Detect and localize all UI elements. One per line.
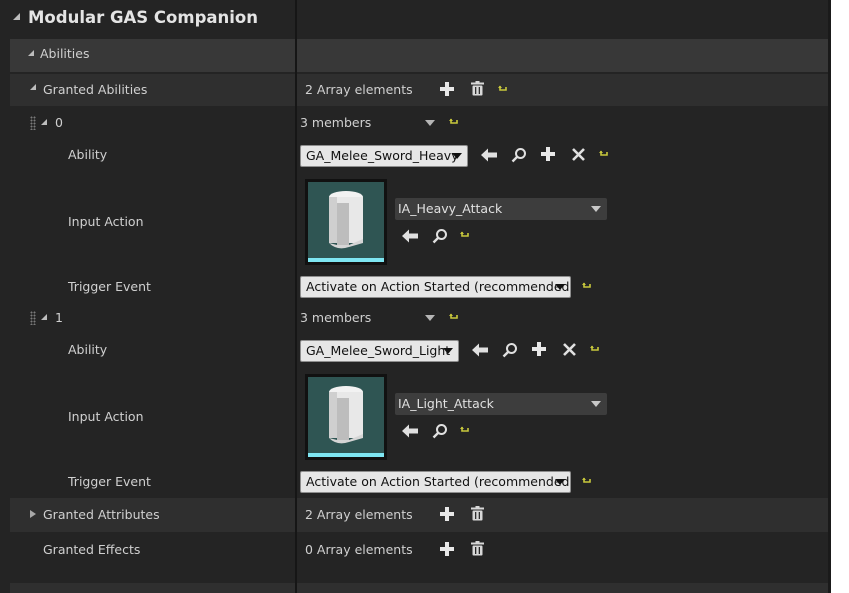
chevron-down-icon bbox=[452, 153, 462, 159]
browse-magnifier-icon[interactable] bbox=[432, 423, 448, 439]
input-action-asset-icon bbox=[329, 386, 363, 444]
thumbnail-type-bar bbox=[308, 258, 384, 262]
granted-effects-label: Granted Effects bbox=[43, 542, 141, 557]
input-action-combo[interactable]: IA_Heavy_Attack bbox=[395, 198, 607, 220]
trigger-event-value: Activate on Action Started (recommended) bbox=[306, 474, 571, 489]
element-members: 3 members bbox=[300, 310, 372, 325]
ability-label: Ability bbox=[68, 147, 108, 162]
granted-attributes-expand-icon[interactable] bbox=[30, 510, 36, 518]
use-selected-left-arrow-icon[interactable] bbox=[402, 424, 418, 438]
ability-class-value: GA_Melee_Sword_Light bbox=[306, 343, 451, 358]
clear-array-trash-icon[interactable] bbox=[471, 81, 484, 96]
input-action-value: IA_Heavy_Attack bbox=[398, 201, 503, 216]
granted-attributes-label: Granted Attributes bbox=[43, 507, 160, 522]
details-panel: Modular GAS Companion Abilities Granted … bbox=[0, 0, 849, 593]
category-label: Abilities bbox=[40, 46, 90, 61]
ability-class-combo[interactable]: GA_Melee_Sword_Heavy bbox=[300, 145, 468, 167]
granted-abilities-expand-icon[interactable] bbox=[30, 84, 36, 90]
granted-effects-count: 0 Array elements bbox=[305, 542, 413, 557]
trigger-event-label: Trigger Event bbox=[68, 474, 151, 489]
browse-magnifier-icon[interactable] bbox=[511, 147, 527, 163]
reset-to-default-icon[interactable] bbox=[599, 150, 609, 159]
window-edge-border bbox=[828, 0, 831, 593]
reset-to-default-icon[interactable] bbox=[460, 231, 470, 240]
trigger-event-combo[interactable]: Activate on Action Started (recommended) bbox=[300, 471, 571, 493]
reset-to-default-icon[interactable] bbox=[449, 313, 459, 322]
collapse-triangle-icon[interactable] bbox=[13, 13, 20, 20]
category-collapse-triangle-icon[interactable] bbox=[28, 50, 34, 56]
chevron-down-icon bbox=[591, 401, 601, 407]
chevron-down-icon bbox=[591, 206, 601, 212]
input-action-value: IA_Light_Attack bbox=[398, 396, 494, 411]
drag-handle-grip-icon[interactable] bbox=[30, 311, 36, 325]
clear-x-icon[interactable] bbox=[563, 343, 576, 356]
element-index: 1 bbox=[55, 310, 63, 325]
trigger-event-combo[interactable]: Activate on Action Started (recommended) bbox=[300, 276, 571, 298]
granted-abilities-count: 2 Array elements bbox=[305, 82, 413, 97]
ability-label: Ability bbox=[68, 342, 108, 357]
reset-to-default-icon[interactable] bbox=[590, 345, 600, 354]
add-element-plus-icon[interactable] bbox=[440, 82, 454, 96]
panel-title: Modular GAS Companion bbox=[28, 8, 258, 27]
new-asset-plus-icon[interactable] bbox=[541, 147, 555, 161]
browse-magnifier-icon[interactable] bbox=[502, 342, 518, 358]
input-action-label: Input Action bbox=[68, 409, 144, 424]
asset-thumbnail[interactable] bbox=[305, 374, 387, 460]
granted-attributes-count: 2 Array elements bbox=[305, 507, 413, 522]
chevron-down-icon bbox=[443, 348, 453, 354]
row-bg-bottom bbox=[10, 583, 828, 593]
trigger-event-value: Activate on Action Started (recommended) bbox=[306, 279, 571, 294]
reset-to-default-icon[interactable] bbox=[449, 118, 459, 127]
new-asset-plus-icon[interactable] bbox=[532, 342, 546, 356]
asset-thumbnail[interactable] bbox=[305, 179, 387, 265]
window-edge bbox=[828, 0, 849, 593]
use-selected-left-arrow-icon[interactable] bbox=[481, 148, 497, 162]
add-element-plus-icon[interactable] bbox=[440, 507, 454, 521]
trigger-event-label: Trigger Event bbox=[68, 279, 151, 294]
add-element-plus-icon[interactable] bbox=[440, 542, 454, 556]
browse-magnifier-icon[interactable] bbox=[432, 228, 448, 244]
input-action-combo[interactable]: IA_Light_Attack bbox=[395, 393, 607, 415]
use-selected-left-arrow-icon[interactable] bbox=[402, 229, 418, 243]
chevron-down-icon bbox=[555, 284, 565, 290]
reset-to-default-icon[interactable] bbox=[498, 85, 508, 94]
reset-to-default-icon[interactable] bbox=[460, 426, 470, 435]
chevron-down-icon bbox=[555, 479, 565, 485]
element-1-expand-icon[interactable] bbox=[41, 314, 47, 320]
clear-x-icon[interactable] bbox=[572, 148, 585, 161]
input-action-label: Input Action bbox=[68, 214, 144, 229]
column-splitter[interactable] bbox=[295, 0, 297, 593]
input-action-asset-icon bbox=[329, 191, 363, 249]
thumbnail-type-bar bbox=[308, 453, 384, 457]
members-dropdown-icon[interactable] bbox=[425, 315, 435, 321]
element-members: 3 members bbox=[300, 115, 372, 130]
clear-array-trash-icon[interactable] bbox=[471, 506, 484, 521]
members-dropdown-icon[interactable] bbox=[425, 120, 435, 126]
category-header-bg bbox=[10, 39, 828, 72]
ability-class-combo[interactable]: GA_Melee_Sword_Light bbox=[300, 340, 459, 362]
use-selected-left-arrow-icon[interactable] bbox=[472, 343, 488, 357]
reset-to-default-icon[interactable] bbox=[582, 477, 592, 486]
ability-class-value: GA_Melee_Sword_Heavy bbox=[306, 148, 459, 163]
reset-to-default-icon[interactable] bbox=[582, 282, 592, 291]
granted-abilities-label: Granted Abilities bbox=[43, 82, 148, 97]
clear-array-trash-icon[interactable] bbox=[471, 541, 484, 556]
drag-handle-grip-icon[interactable] bbox=[30, 116, 36, 130]
element-index: 0 bbox=[55, 115, 63, 130]
element-0-expand-icon[interactable] bbox=[41, 119, 47, 125]
